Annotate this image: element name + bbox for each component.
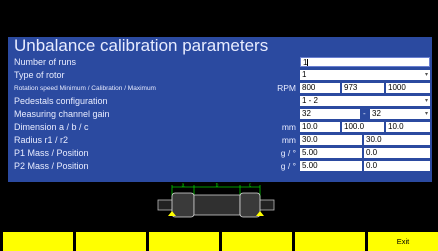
speed-maximum-value: 1000 [388,83,406,92]
p1-position-input[interactable]: 0.0 [364,148,430,158]
p2-unit: g / ° [280,161,296,171]
measuring-channel-gain-label: Measuring channel gain [14,109,110,119]
p1-position-value: 0.0 [366,148,378,157]
dimension-b-input[interactable]: 100.0 [342,122,384,132]
p2-mass-position-label: P2 Mass / Position [14,161,89,171]
dimension-c-label: c [249,183,252,189]
speed-calibration-input[interactable]: 973 [342,83,384,93]
dimension-b-label: b [216,183,219,189]
row-rotation-speed: Rotation speed Minimum / Calibration / M… [8,83,432,94]
exit-button[interactable]: Exit [368,232,438,251]
dimension-b-value: 100.0 [344,122,365,131]
p1-unit: g / ° [280,148,296,158]
speed-minimum-value: 800 [302,83,316,92]
p1-mass-position-label: P1 Mass / Position [14,148,89,158]
page-title: Unbalance calibration parameters [14,36,269,55]
radius-r2-value: 30.0 [366,135,382,144]
radius-label: Radius r1 / r2 [14,135,69,145]
p2-position-value: 0.0 [366,161,378,170]
rotor-body [193,194,241,216]
p1-mass-input[interactable]: 5.00 [300,148,362,158]
function-key-bar: Exit [0,232,438,251]
pedestals-configuration-select[interactable]: 1 - 2 ▾ [300,96,430,106]
row-type-of-rotor: Type of rotor 1 ▾ [8,70,432,81]
radius-r1-value: 30.0 [302,135,318,144]
row-p1-mass-position: P1 Mass / Position g / ° 5.00 0.0 [8,148,432,159]
row-measuring-channel-gain: Measuring channel gain 32 - 32 ▾ [8,109,432,120]
speed-minimum-input[interactable]: 800 [300,83,340,93]
pedestals-configuration-value: 1 - 2 [302,96,319,105]
function-key-3[interactable] [149,232,219,251]
row-p2-mass-position: P2 Mass / Position g / ° 5.00 0.0 [8,161,432,172]
row-pedestals-configuration: Pedestals configuration 1 - 2 ▾ [8,96,432,107]
type-of-rotor-select[interactable]: 1 ▾ [300,70,430,80]
row-radius: Radius r1 / r2 mm 30.0 30.0 [8,135,432,146]
p2-mass-value: 5.00 [302,161,318,170]
radius-r2-input[interactable]: 30.0 [364,135,430,145]
type-of-rotor-label: Type of rotor [14,70,65,80]
function-key-1[interactable] [3,232,73,251]
dropdown-arrow-icon: ▾ [424,98,428,104]
rotation-speed-unit: RPM [277,83,296,93]
p2-position-input[interactable]: 0.0 [364,161,430,171]
type-of-rotor-value: 1 [302,70,307,79]
channel-gain-2-select[interactable]: 32 ▾ [370,109,430,119]
rotor-diagram: a b c [157,183,275,218]
dimension-a-input[interactable]: 10.0 [300,122,340,132]
gain-separator: - [363,109,366,118]
channel-gain-2-value: 32 [372,109,381,118]
channel-gain-1-value: 32 [302,109,311,118]
speed-maximum-input[interactable]: 1000 [386,83,430,93]
text-cursor [307,58,309,66]
dimension-unit: mm [281,122,296,132]
dimension-abc-label: Dimension a / b / c [14,122,89,132]
function-key-5[interactable] [295,232,365,251]
pedestals-configuration-label: Pedestals configuration [14,96,108,106]
row-number-of-runs: Number of runs 1 [8,57,432,68]
radius-r1-input[interactable]: 30.0 [300,135,362,145]
rotation-speed-label: Rotation speed Minimum / Calibration / M… [14,85,156,92]
dimension-c-value: 10.0 [388,122,404,131]
dimension-a-label: a [182,183,185,189]
number-of-runs-input[interactable]: 1 [300,57,430,67]
calibration-panel: Unbalance calibration parameters Number … [8,37,432,182]
dropdown-arrow-icon: ▾ [424,111,428,117]
number-of-runs-label: Number of runs [14,57,77,67]
dimension-a-value: 10.0 [302,122,318,131]
dimension-c-input[interactable]: 10.0 [386,122,430,132]
channel-gain-1-select[interactable]: 32 [300,109,360,119]
p1-mass-value: 5.00 [302,148,318,157]
rotor-disc-right [239,192,261,218]
row-dimension-abc: Dimension a / b / c mm 10.0 100.0 10.0 [8,122,432,133]
function-key-2[interactable] [76,232,146,251]
radius-unit: mm [281,135,296,145]
p2-mass-input[interactable]: 5.00 [300,161,362,171]
rotor-disc-left [171,192,195,218]
dropdown-arrow-icon: ▾ [424,72,428,78]
function-key-4[interactable] [222,232,292,251]
speed-calibration-value: 973 [344,83,358,92]
